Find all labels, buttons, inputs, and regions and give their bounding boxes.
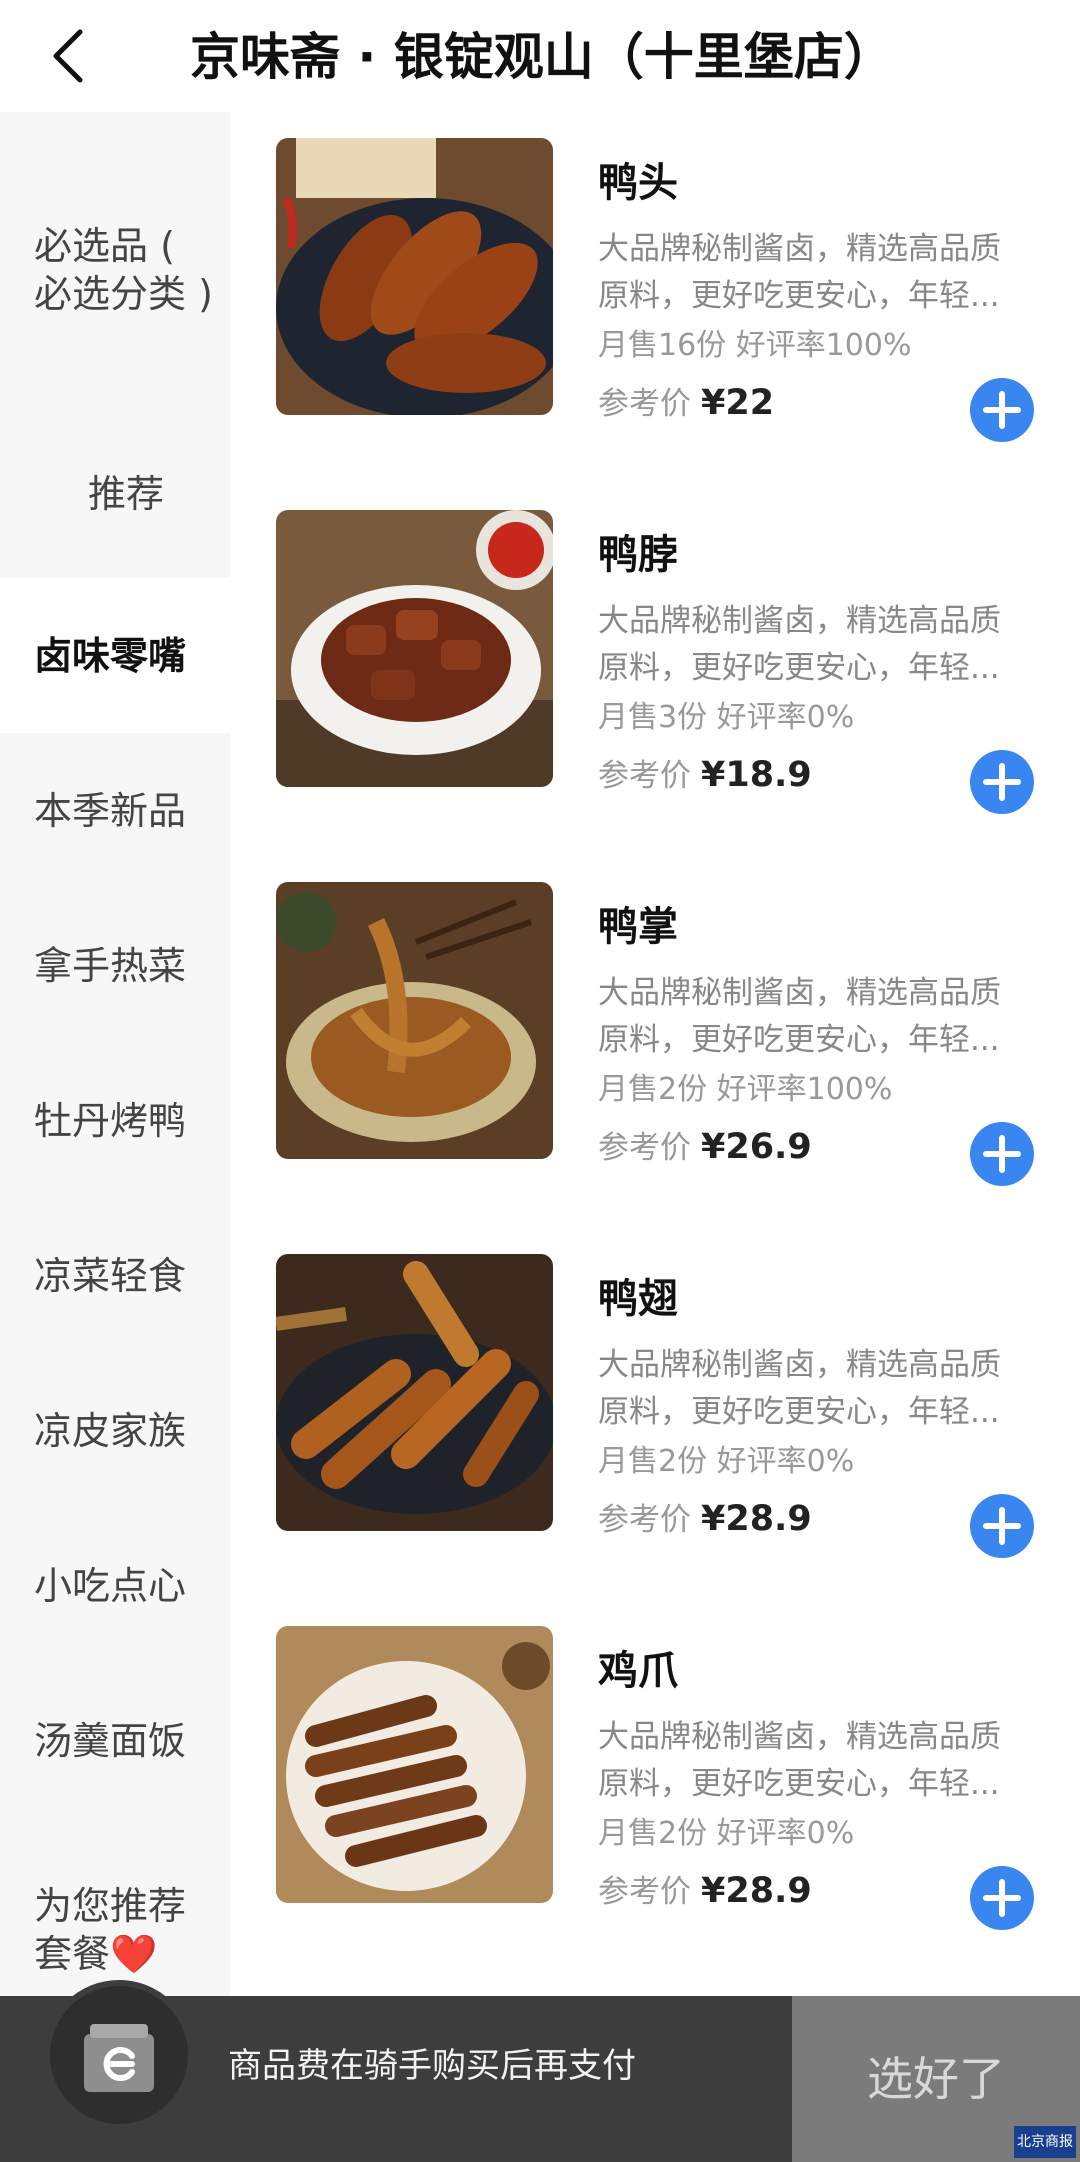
price-value: ¥18.9: [701, 755, 812, 795]
product-card[interactable]: 鸭头 大品牌秘制酱卤，精选高品质 原料，更好吃更安心，年轻... 月售16份 好…: [230, 114, 1080, 486]
product-sales-rating: 月售2份 好评率0%: [598, 1444, 855, 1479]
product-price: 参考价 ¥22: [598, 380, 774, 432]
product-price: 参考价 ¥28.9: [598, 1496, 812, 1548]
product-description: 大品牌秘制酱卤，精选高品质 原料，更好吃更安心，年轻...: [598, 1719, 1001, 1802]
sidebar-item-snacks-dim-sum[interactable]: 小吃点心: [0, 1508, 230, 1663]
price-label: 参考价: [598, 758, 691, 794]
product-image[interactable]: [276, 1254, 553, 1531]
product-image[interactable]: [276, 510, 553, 787]
product-image[interactable]: [276, 882, 553, 1159]
product-description: 大品牌秘制酱卤，精选高品质 原料，更好吃更安心，年轻...: [598, 1347, 1001, 1430]
price-label: 参考价: [598, 1502, 691, 1538]
add-to-cart-button[interactable]: [970, 1494, 1034, 1558]
sidebar-item-label: 小吃点心: [34, 1564, 187, 1608]
sidebar-item-label: 必选品 ( 必选分类 ): [34, 224, 213, 316]
sidebar-item-peony-roast-duck[interactable]: 牡丹烤鸭: [0, 1043, 230, 1198]
sidebar-item-required[interactable]: 必选品 ( 必选分类 ): [0, 112, 230, 412]
top-nav-bar: 京味斋 · 银锭观山（十里堡店）: [0, 0, 1080, 112]
sidebar-item-label: 汤羹面饭: [34, 1719, 187, 1763]
sidebar-item-label: 牡丹烤鸭: [34, 1099, 187, 1143]
product-image[interactable]: [276, 138, 553, 415]
price-label: 参考价: [598, 386, 691, 422]
add-to-cart-button[interactable]: [970, 1866, 1034, 1930]
plus-icon: [983, 1507, 1021, 1545]
sidebar-item-soups-noodles-rice[interactable]: 汤羹面饭: [0, 1663, 230, 1818]
product-name: 鸭脖: [598, 532, 678, 578]
price-label: 参考价: [598, 1130, 691, 1166]
price-value: ¥22: [701, 383, 775, 423]
add-to-cart-button[interactable]: [970, 378, 1034, 442]
sidebar-item-seasonal-new[interactable]: 本季新品: [0, 733, 230, 888]
heart-icon: ❤️: [110, 1932, 158, 1976]
plus-icon: [983, 1135, 1021, 1173]
product-sales-rating: 月售16份 好评率100%: [598, 328, 912, 363]
product-sales-rating: 月售3份 好评率0%: [598, 700, 855, 735]
sidebar-item-label: 凉菜轻食: [34, 1254, 187, 1298]
product-name: 鸭翅: [598, 1276, 678, 1322]
sidebar-item-liangpi-family[interactable]: 凉皮家族: [0, 1353, 230, 1508]
sidebar-item-label: 本季新品: [34, 789, 187, 833]
sidebar-item-braised-snacks[interactable]: 卤味零嘴: [0, 578, 230, 733]
product-price: 参考价 ¥18.9: [598, 752, 812, 804]
product-sales-rating: 月售2份 好评率100%: [598, 1072, 893, 1107]
add-to-cart-button[interactable]: [970, 1122, 1034, 1186]
product-description: 大品牌秘制酱卤，精选高品质 原料，更好吃更安心，年轻...: [598, 603, 1001, 686]
watermark-logo: 北京商报: [1014, 2126, 1076, 2158]
plus-icon: [983, 1879, 1021, 1917]
product-sales-rating: 月售2份 好评率0%: [598, 1816, 855, 1851]
product-image[interactable]: [276, 1626, 553, 1903]
sidebar-item-recommended-combos[interactable]: 为您推荐套餐❤️: [0, 1818, 230, 1996]
plus-icon: [983, 391, 1021, 429]
product-price: 参考价 ¥26.9: [598, 1124, 812, 1176]
product-price: 参考价 ¥28.9: [598, 1868, 812, 1920]
cart-button[interactable]: [44, 1980, 194, 2130]
product-description: 大品牌秘制酱卤，精选高品质 原料，更好吃更安心，年轻...: [598, 975, 1001, 1058]
sidebar-item-label: 卤味零嘴: [34, 634, 187, 678]
price-value: ¥26.9: [701, 1127, 812, 1167]
sidebar-item-label: 拿手热菜: [34, 944, 187, 988]
sidebar-item-label: 凉皮家族: [34, 1409, 187, 1453]
product-card[interactable]: 鸡爪 大品牌秘制酱卤，精选高品质 原料，更好吃更安心，年轻... 月售2份 好评…: [230, 1602, 1080, 1974]
price-label: 参考价: [598, 1874, 691, 1910]
product-name: 鸡爪: [598, 1648, 678, 1694]
sidebar-item-label: 推荐: [88, 472, 165, 516]
category-sidebar: 必选品 ( 必选分类 ) 推荐 卤味零嘴 本季新品 拿手热菜 牡丹烤鸭 凉菜轻食…: [0, 112, 230, 1996]
page-title: 京味斋 · 银锭观山（十里堡店）: [190, 28, 894, 86]
sidebar-item-recommended[interactable]: 推荐: [0, 412, 230, 578]
product-card[interactable]: 鸭翅 大品牌秘制酱卤，精选高品质 原料，更好吃更安心，年轻... 月售2份 好评…: [230, 1230, 1080, 1602]
product-card[interactable]: 鸭脖 大品牌秘制酱卤，精选高品质 原料，更好吃更安心，年轻... 月售3份 好评…: [230, 486, 1080, 858]
price-value: ¥28.9: [701, 1499, 812, 1539]
sidebar-item-cold-dishes[interactable]: 凉菜轻食: [0, 1198, 230, 1353]
product-card[interactable]: 鸭掌 大品牌秘制酱卤，精选高品质 原料，更好吃更安心，年轻... 月售2份 好评…: [230, 858, 1080, 1230]
plus-icon: [983, 763, 1021, 801]
sidebar-item-label: 为您推荐套餐❤️: [34, 1884, 187, 1976]
product-name: 鸭掌: [598, 904, 678, 950]
back-icon[interactable]: [40, 24, 104, 88]
sidebar-item-signature-hot-dishes[interactable]: 拿手热菜: [0, 888, 230, 1043]
product-name: 鸭头: [598, 160, 678, 206]
product-description: 大品牌秘制酱卤，精选高品质 原料，更好吃更安心，年轻...: [598, 231, 1001, 314]
shopping-bag-icon: [84, 2024, 154, 2092]
add-to-cart-button[interactable]: [970, 750, 1034, 814]
price-value: ¥28.9: [701, 1871, 812, 1911]
payment-note: 商品费在骑手购买后再支付: [228, 2046, 636, 2086]
